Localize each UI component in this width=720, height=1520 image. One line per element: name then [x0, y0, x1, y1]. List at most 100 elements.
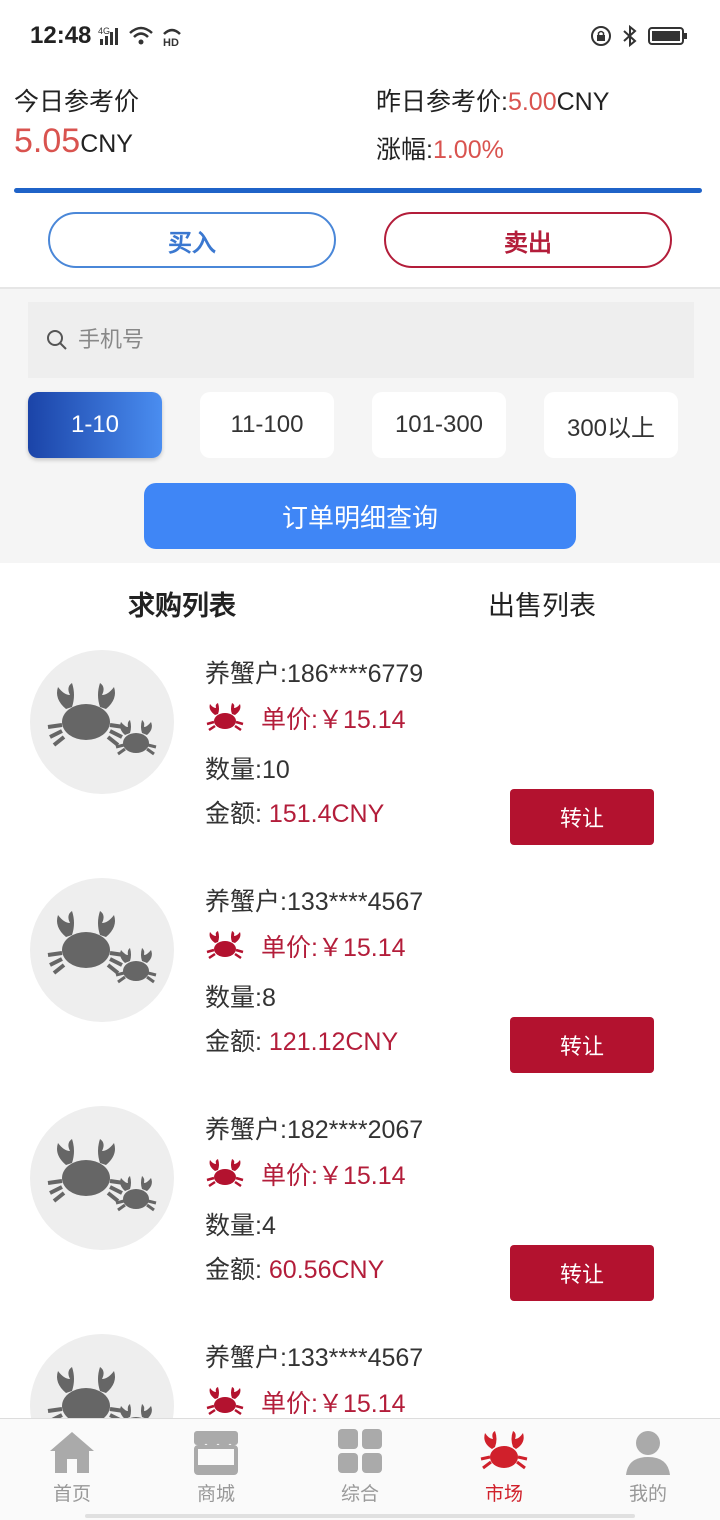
battery-icon [648, 25, 688, 52]
list-item: 养蟹户:182****2067 单价: ￥15.14 数量:4 金额: 60.56… [0, 1100, 720, 1328]
amount-value: 60.56CNY [268, 1256, 385, 1284]
amount-label: 金额: [205, 800, 262, 828]
today-price-label: 今日参考价 [14, 88, 140, 116]
transfer-button[interactable]: 转让 [510, 1017, 654, 1073]
quantity-value: 8 [261, 984, 276, 1012]
phone-search-input[interactable] [78, 327, 658, 353]
record-amount: 金额: 151.4CNY [205, 794, 384, 830]
price-label: 单价: [261, 1390, 318, 1418]
record-owner: 养蟹户:182****2067 [205, 1110, 423, 1146]
owner-label: 养蟹户: [205, 660, 287, 688]
crab-avatar-icon [47, 683, 157, 756]
price-value: ￥15.14 [317, 1390, 406, 1418]
crab-avatar-icon [47, 1139, 157, 1212]
price-label: 单价: [261, 1162, 318, 1190]
price-header: 今日参考价 5.05CNY 昨日参考价:5.00CNY 涨幅:1.00% [0, 72, 720, 192]
nav-mine[interactable]: 我的 [598, 1429, 698, 1519]
transfer-button[interactable]: 转让 [510, 789, 654, 845]
grid-icon [338, 1429, 382, 1473]
trade-buttons: 买入 卖出 [0, 212, 720, 270]
yesterday-price-number: 5.00 [507, 88, 557, 116]
home-icon [50, 1432, 94, 1473]
nav-store-label: 商城 [196, 1484, 235, 1505]
yesterday-price: 昨日参考价:5.00CNY [376, 82, 609, 118]
svg-text:HD: HD [163, 37, 179, 48]
crab-icon [206, 703, 244, 732]
list-item: 养蟹户:186****6779 单价: ￥15.14 数量:10 金额: 151.… [0, 644, 720, 872]
buy-button[interactable]: 买入 [48, 212, 336, 268]
amount-label: 金额: [205, 1256, 262, 1284]
amount-value: 151.4CNY [268, 800, 385, 828]
owner-phone: 133****4567 [286, 888, 424, 916]
price-change: 涨幅:1.00% [376, 130, 504, 166]
nav-general[interactable]: 综合 [310, 1429, 410, 1519]
record-amount: 金额: 60.56CNY [205, 1250, 384, 1286]
status-left-icons: 4G HD [98, 24, 184, 53]
price-change-label: 涨幅: [376, 136, 433, 164]
hd-icon: HD [160, 24, 184, 53]
nav-mine-label: 我的 [628, 1484, 667, 1505]
today-price-unit: CNY [80, 130, 133, 158]
record-price: 单价: ￥15.14 [205, 1384, 406, 1420]
owner-label: 养蟹户: [205, 1344, 287, 1372]
user-icon [626, 1431, 670, 1475]
tab-buy-list[interactable]: 求购列表 [128, 584, 236, 623]
record-price: 单价: ￥15.14 [205, 1156, 406, 1192]
record-quantity: 数量:10 [205, 750, 290, 786]
range-tab-1-10[interactable]: 1-10 [28, 392, 162, 458]
rotation-lock-icon [590, 25, 612, 52]
owner-phone: 182****2067 [286, 1116, 424, 1144]
quantity-label: 数量: [205, 1212, 262, 1240]
home-indicator [85, 1514, 635, 1518]
quantity-range-tabs: 1-10 11-100 101-300 300以上 [0, 392, 720, 460]
crab-icon [206, 1387, 244, 1416]
crab-avatar-icon [47, 911, 157, 984]
header-divider [14, 188, 702, 193]
crab-avatar [30, 878, 174, 1022]
order-detail-query-button[interactable]: 订单明细查询 [144, 483, 576, 549]
today-price-value: 5.05CNY [14, 122, 133, 161]
owner-label: 养蟹户: [205, 1116, 287, 1144]
price-label: 单价: [261, 934, 318, 962]
amount-value: 121.12CNY [268, 1028, 399, 1056]
price-label: 单价: [261, 706, 318, 734]
list-item: 养蟹户:133****4567 单价: ￥15.14 数量:8 金额: 121.1… [0, 872, 720, 1100]
tab-sell-list[interactable]: 出售列表 [488, 584, 596, 623]
svg-text:4G: 4G [98, 26, 110, 36]
crab-avatar [30, 650, 174, 794]
record-owner: 养蟹户:186****6779 [205, 654, 423, 690]
search-icon [47, 330, 67, 350]
bluetooth-icon [622, 24, 638, 53]
range-tab-11-100[interactable]: 11-100 [200, 392, 334, 458]
today-price-number: 5.05 [14, 122, 81, 160]
price-value: ￥15.14 [317, 1162, 406, 1190]
record-quantity: 数量:8 [205, 978, 276, 1014]
signal-icon: 4G [98, 25, 122, 52]
crab-icon [206, 931, 244, 960]
search-box [28, 302, 694, 378]
sell-button[interactable]: 卖出 [384, 212, 672, 268]
quantity-label: 数量: [205, 984, 262, 1012]
nav-market-label: 市场 [484, 1484, 523, 1505]
status-time: 12:48 [30, 22, 92, 49]
owner-phone: 186****6779 [286, 660, 424, 688]
price-change-value: 1.00% [432, 136, 504, 164]
record-price: 单价: ￥15.14 [205, 928, 406, 964]
nav-store[interactable]: 商城 [166, 1429, 266, 1519]
crab-icon [480, 1431, 528, 1470]
nav-market[interactable]: 市场 [454, 1429, 554, 1519]
record-quantity: 数量:4 [205, 1206, 276, 1242]
range-tab-300-plus[interactable]: 300以上 [544, 392, 678, 458]
status-right-icons [590, 24, 688, 53]
range-tab-101-300[interactable]: 101-300 [372, 392, 506, 458]
record-owner: 养蟹户:133****4567 [205, 882, 423, 918]
owner-phone: 133****4567 [286, 1344, 424, 1372]
price-value: ￥15.14 [317, 706, 406, 734]
nav-home[interactable]: 首页 [22, 1429, 122, 1519]
yesterday-price-label: 昨日参考价: [376, 88, 508, 116]
record-amount: 金额: 121.12CNY [205, 1022, 398, 1058]
transfer-button[interactable]: 转让 [510, 1245, 654, 1301]
quantity-value: 4 [261, 1212, 276, 1240]
status-bar: 12:48 4G HD [0, 0, 720, 72]
crab-icon [206, 1159, 244, 1188]
